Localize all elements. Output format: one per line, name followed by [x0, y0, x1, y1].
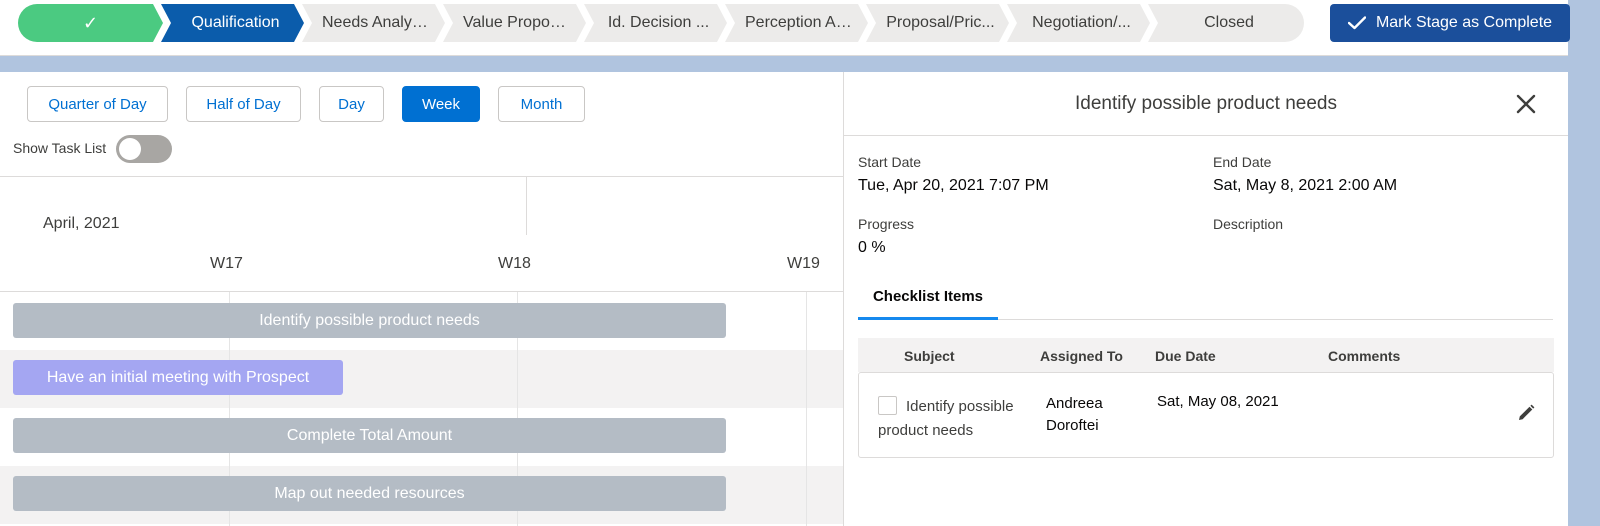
task-bar[interactable]: Map out needed resources: [13, 476, 726, 511]
gantt-area: Quarter of Day Half of Day Day Week Mont…: [0, 72, 843, 526]
zoom-week-button[interactable]: Week: [402, 86, 480, 122]
check-icon: [1347, 16, 1366, 30]
task-bar[interactable]: Have an initial meeting with Prospect: [13, 360, 343, 395]
checklist-due-date: Sat, May 08, 2021: [1157, 393, 1279, 410]
stage-label: Negotiation/...: [1032, 14, 1131, 31]
stage-perception-analysis[interactable]: Perception An...: [725, 4, 868, 42]
month-divider: [526, 177, 527, 235]
stage-value-proposition[interactable]: Value Proposi...: [443, 4, 586, 42]
end-date-label: End Date: [1213, 154, 1272, 170]
task-detail-panel: Identify possible product needs Start Da…: [843, 72, 1568, 526]
zoom-half-of-day-button[interactable]: Half of Day: [186, 86, 301, 122]
progress-value: 0 %: [858, 239, 886, 256]
stage-label: Needs Analysis: [322, 14, 431, 31]
close-icon[interactable]: [1512, 90, 1540, 118]
task-bar[interactable]: Identify possible product needs: [13, 303, 726, 338]
check-icon: ✓: [82, 12, 99, 33]
stage-complete[interactable]: ✓: [18, 4, 163, 42]
pencil-edit-icon[interactable]: [1517, 404, 1535, 422]
stage-proposal-price[interactable]: Proposal/Pric...: [866, 4, 1009, 42]
zoom-day-button[interactable]: Day: [319, 86, 384, 122]
stage-label: Perception An...: [745, 14, 854, 31]
column-header-assigned-to: Assigned To: [1040, 348, 1123, 364]
week-label: W19: [787, 255, 820, 272]
checklist-assigned-to: Andreea Doroftei: [1046, 395, 1103, 434]
stage-label: Closed: [1204, 14, 1254, 31]
show-task-list-label: Show Task List: [13, 140, 107, 156]
start-date-value: Tue, Apr 20, 2021 7:07 PM: [858, 177, 1049, 194]
zoom-quarter-of-day-button[interactable]: Quarter of Day: [27, 86, 168, 122]
stage-negotiation[interactable]: Negotiation/...: [1007, 4, 1150, 42]
checklist-row: Identify possible product needs Andreea …: [858, 372, 1554, 458]
tab-checklist-items[interactable]: Checklist Items: [858, 276, 998, 320]
path-bar: ✓ Qualification Needs Analysis Value Pro…: [0, 0, 1570, 56]
column-header-subject: Subject: [904, 348, 955, 364]
mark-stage-complete-label: Mark Stage as Complete: [1375, 14, 1553, 31]
stage-needs-analysis[interactable]: Needs Analysis: [302, 4, 445, 42]
panel-title: Identify possible product needs: [844, 72, 1568, 136]
progress-label: Progress: [858, 216, 915, 232]
column-header-due-date: Due Date: [1155, 348, 1216, 364]
task-bar[interactable]: Complete Total Amount: [13, 418, 726, 453]
start-date-label: Start Date: [858, 154, 922, 170]
description-label: Description: [1213, 216, 1284, 232]
stage-label: Value Proposi...: [463, 14, 572, 31]
task-rows: Identify possible product needs Have an …: [0, 292, 843, 526]
stage-label: Id. Decision ...: [607, 14, 710, 31]
stage-closed[interactable]: Closed: [1148, 4, 1304, 42]
stage-path: ✓ Qualification Needs Analysis Value Pro…: [18, 4, 1304, 42]
panel-tabs: Checklist Items: [858, 276, 1553, 320]
week-label: W17: [210, 255, 243, 272]
end-date-value: Sat, May 8, 2021 2:00 AM: [1213, 177, 1398, 194]
stage-label: Qualification: [191, 14, 280, 31]
checklist-header: Subject Assigned To Due Date Comments: [858, 338, 1554, 372]
stage-label: Proposal/Pric...: [886, 14, 995, 31]
zoom-month-button[interactable]: Month: [498, 86, 585, 122]
show-task-list-toggle[interactable]: [116, 135, 172, 163]
toggle-knob: [119, 138, 141, 160]
checklist-subject: Identify possible product needs: [878, 398, 1014, 439]
stage-id-decision[interactable]: Id. Decision ...: [584, 4, 727, 42]
column-header-comments: Comments: [1328, 348, 1401, 364]
month-label: April, 2021: [43, 215, 120, 232]
timeline-header: April, 2021 W17 W18 W19: [0, 176, 843, 292]
week-gridline: [806, 292, 807, 526]
stage-qualification[interactable]: Qualification: [161, 4, 304, 42]
mark-stage-complete-button[interactable]: Mark Stage as Complete: [1330, 4, 1570, 42]
week-label: W18: [498, 255, 531, 272]
